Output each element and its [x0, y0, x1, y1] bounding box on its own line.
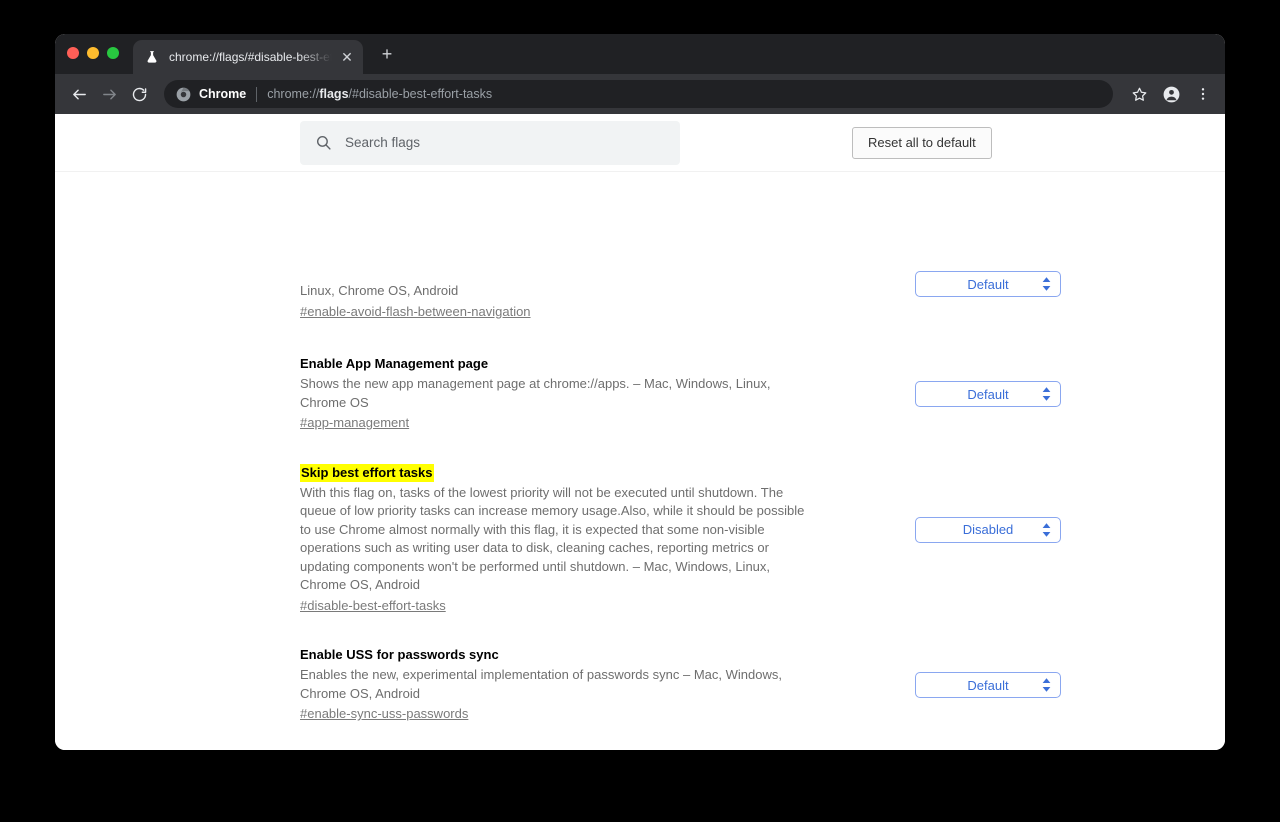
flag-select-value: Default — [967, 386, 1009, 402]
flag-title: Enable USS for passwords sync — [300, 647, 499, 662]
back-button[interactable] — [65, 80, 93, 108]
url-host: flags — [319, 87, 349, 101]
close-icon[interactable]: ✕ — [339, 49, 355, 65]
flag-title: Skip best effort tasks — [300, 463, 434, 482]
search-icon — [314, 134, 332, 152]
account-icon[interactable] — [1157, 80, 1185, 108]
flags-search-header: Search flags Reset all to default — [55, 114, 1225, 172]
flag-select-value: Disabled — [962, 522, 1014, 537]
flag-description: With this flag on, tasks of the lowest p… — [300, 484, 805, 593]
flag-text: Skip best effort tasks With this flag on… — [300, 463, 830, 616]
reset-all-to-default-button[interactable]: Reset all to default — [852, 126, 992, 159]
chrome-logo-icon — [176, 87, 191, 102]
flag-row: Enable App Management page Shows the new… — [55, 321, 1225, 433]
close-window-button[interactable] — [67, 47, 79, 59]
page-viewport: Search flags Reset all to default Linux,… — [55, 114, 1225, 750]
search-input[interactable]: Search flags — [300, 120, 680, 165]
window-traffic-lights — [67, 47, 119, 59]
flag-text: Enable USS for passwords sync Enables th… — [300, 646, 830, 724]
chevron-updown-icon — [1042, 678, 1051, 692]
flag-description: Enables the new, experimental implementa… — [300, 667, 782, 701]
flag-select[interactable]: Disabled — [915, 516, 1061, 543]
three-dot-menu-icon[interactable] — [1189, 80, 1217, 108]
flag-text: Linux, Chrome OS, Android #enable-avoid-… — [300, 280, 830, 321]
new-tab-button[interactable]: + — [373, 40, 401, 68]
flag-control: Disabled — [830, 464, 1225, 616]
flag-text: Enable App Management page Shows the new… — [300, 355, 830, 433]
flag-control: Default — [830, 355, 1225, 433]
flag-control: Default — [830, 646, 1225, 724]
browser-window: chrome://flags/#disable-best-effort-task… — [55, 34, 1225, 750]
flag-row: Enable USS for passwords sync Enables th… — [55, 615, 1225, 724]
maximize-window-button[interactable] — [107, 47, 119, 59]
tab-strip: chrome://flags/#disable-best-effort-task… — [55, 34, 1225, 74]
flag-row: Skip best effort tasks With this flag on… — [55, 433, 1225, 616]
chevron-updown-icon — [1042, 277, 1051, 291]
flag-description: Shows the new app management page at chr… — [300, 376, 771, 410]
flag-select[interactable]: Default — [915, 672, 1061, 698]
flag-select[interactable]: Default — [915, 271, 1061, 297]
flag-select-value: Default — [967, 677, 1009, 693]
flag-permalink[interactable]: #disable-best-effort-tasks — [300, 597, 446, 616]
reload-button[interactable] — [125, 80, 153, 108]
flag-permalink[interactable]: #enable-sync-uss-passwords — [300, 705, 468, 724]
search-placeholder: Search flags — [345, 135, 421, 150]
flag-control: Default — [830, 271, 1225, 321]
flag-description-tail: Linux, Chrome OS, Android — [300, 283, 459, 298]
flag-permalink[interactable]: #enable-avoid-flash-between-navigation — [300, 303, 531, 322]
omnibox-url: chrome://flags/#disable-best-effort-task… — [267, 87, 492, 101]
tab-title: chrome://flags/#disable-best-effort-task… — [169, 50, 335, 64]
flask-icon — [144, 49, 160, 65]
flag-select[interactable]: Default — [915, 381, 1061, 407]
url-scheme: chrome:// — [267, 87, 320, 101]
address-bar[interactable]: Chrome chrome://flags/#disable-best-effo… — [164, 80, 1113, 108]
flag-permalink[interactable]: #app-management — [300, 414, 409, 433]
flag-select-value: Default — [967, 276, 1009, 292]
url-path: /#disable-best-effort-tasks — [348, 87, 493, 101]
star-icon[interactable] — [1125, 80, 1153, 108]
forward-button[interactable] — [95, 80, 123, 108]
browser-toolbar: Chrome chrome://flags/#disable-best-effo… — [55, 74, 1225, 114]
flags-list: Linux, Chrome OS, Android #enable-avoid-… — [55, 114, 1225, 750]
chevron-updown-icon — [1042, 387, 1051, 401]
omnibox-brand-label: Chrome — [199, 87, 247, 101]
minimize-window-button[interactable] — [87, 47, 99, 59]
chevron-updown-icon — [1042, 522, 1051, 537]
flag-row: Enable occlusion of web contents If enab… — [55, 724, 1225, 751]
omnibox-divider — [256, 86, 258, 102]
browser-tab[interactable]: chrome://flags/#disable-best-effort-task… — [133, 40, 363, 74]
flag-title: Enable App Management page — [300, 356, 489, 371]
